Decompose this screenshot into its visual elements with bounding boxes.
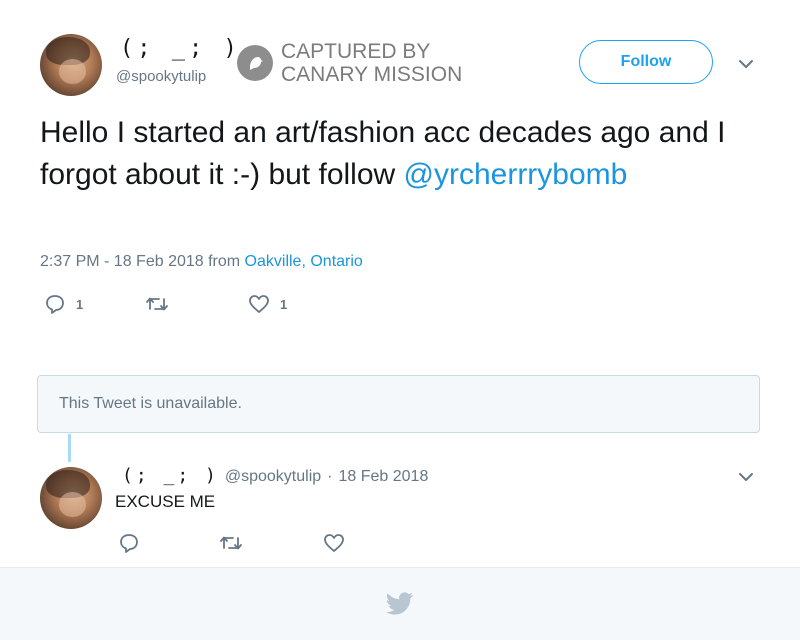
reply-reply-action[interactable] <box>118 532 140 554</box>
mention-link[interactable]: @yrcherrrybomb <box>404 158 628 191</box>
retweet-icon[interactable] <box>219 533 243 553</box>
reply-handle[interactable]: @spookytulip <box>225 468 321 486</box>
reply-icon[interactable] <box>44 293 66 315</box>
reply-text: EXCUSE ME <box>115 492 216 511</box>
heart-icon[interactable] <box>248 293 270 315</box>
watermark: CAPTURED BY CANARY MISSION <box>237 40 462 86</box>
tweet-timestamp: 2:37 PM - 18 Feb 2018 from Oakville, Ont… <box>40 253 363 271</box>
reply-icon[interactable] <box>118 532 140 554</box>
reply-like-action[interactable] <box>323 532 345 554</box>
reply-date[interactable]: 18 Feb 2018 <box>338 468 428 486</box>
timestamp-text: 2:37 PM - 18 Feb 2018 from <box>40 253 245 270</box>
watermark-line1: CAPTURED BY <box>281 40 431 63</box>
location-link[interactable]: Oakville, Ontario <box>245 253 363 270</box>
display-name[interactable]: (; _; ) <box>120 36 241 61</box>
retweet-action[interactable] <box>145 294 179 314</box>
twitter-bird-icon <box>386 592 414 621</box>
reply-avatar[interactable] <box>40 467 102 529</box>
like-action[interactable]: 1 <box>248 293 287 315</box>
watermark-text: CAPTURED BY CANARY MISSION <box>281 40 462 86</box>
reply-count: 1 <box>76 296 84 312</box>
unavailable-text: This Tweet is unavailable. <box>59 395 242 412</box>
like-count: 1 <box>280 296 288 312</box>
watermark-line2: CANARY MISSION <box>281 63 463 86</box>
reply-chevron-down-icon[interactable] <box>737 470 755 482</box>
tweet-text: Hello I started an art/fashion acc decad… <box>40 112 740 196</box>
reply-retweet-action[interactable] <box>219 533 243 553</box>
retweet-icon[interactable] <box>145 294 169 314</box>
avatar[interactable] <box>40 34 102 96</box>
quoted-tweet-unavailable[interactable]: This Tweet is unavailable. <box>37 375 760 433</box>
follow-button[interactable]: Follow <box>579 40 713 84</box>
user-handle[interactable]: @spookytulip <box>116 68 206 85</box>
reply-separator: · <box>327 468 333 485</box>
canary-logo <box>237 45 273 81</box>
reply-display-name[interactable]: (; _; ) <box>122 465 219 486</box>
footer <box>0 567 800 640</box>
chevron-down-icon[interactable] <box>737 57 755 69</box>
thread-connector <box>68 434 71 462</box>
reply-action[interactable]: 1 <box>44 293 83 315</box>
heart-icon[interactable] <box>323 532 345 554</box>
reply-header: (; _; ) @spookytulip · 18 Feb 2018 <box>122 465 428 486</box>
